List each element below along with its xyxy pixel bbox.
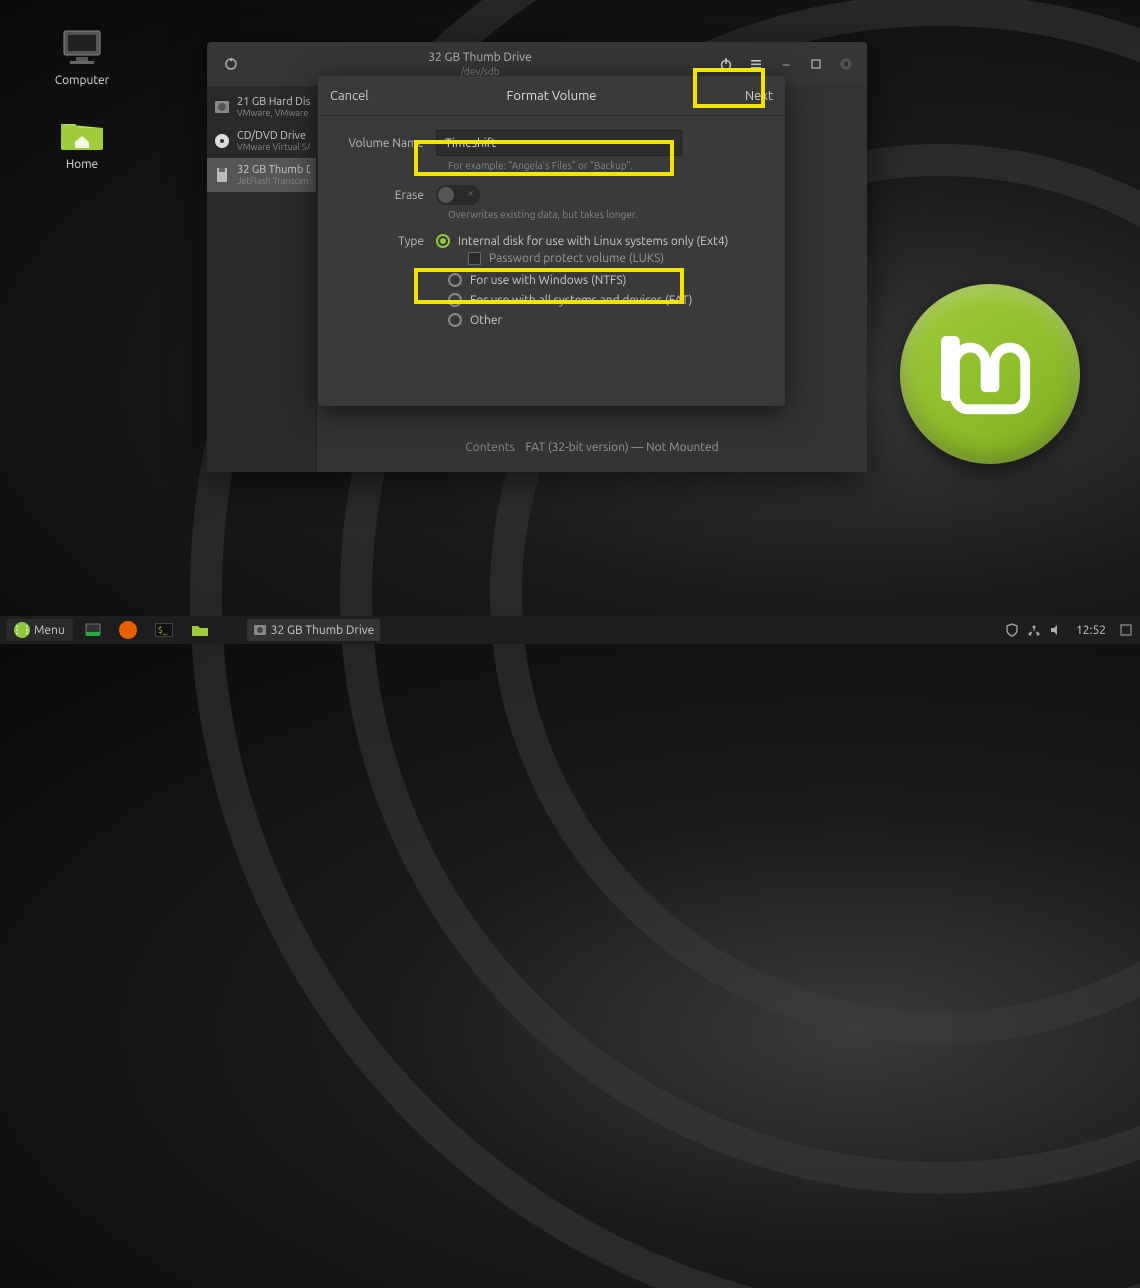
firefox-launcher[interactable] [113, 619, 143, 641]
option-ext4: Internal disk for use with Linux systems… [458, 235, 728, 248]
disk-sidebar: 21 GB Hard DisVMware, VMware CD/DVD Driv… [207, 86, 317, 472]
desktop-icon-computer[interactable]: Computer [42, 28, 122, 87]
terminal-launcher[interactable]: $_ [149, 619, 179, 641]
option-ntfs: For use with Windows (NTFS) [470, 274, 626, 287]
volume-name-input[interactable] [436, 130, 682, 156]
usb-icon [213, 166, 231, 184]
erase-toggle[interactable]: × [436, 185, 480, 205]
close-icon[interactable] [833, 51, 859, 77]
app-menu-icon[interactable] [218, 51, 244, 77]
contents-label: Contents [465, 441, 514, 454]
desktop-icon-home[interactable]: Home [42, 112, 122, 171]
desktop-icon-label: Home [66, 158, 98, 171]
disk-item-hdd[interactable]: 21 GB Hard DisVMware, VMware [207, 90, 316, 124]
disk-item-thumb[interactable]: 32 GB Thumb DJetFlash Transcen [207, 158, 316, 192]
tray-network-icon[interactable] [1026, 622, 1042, 638]
maximize-icon[interactable] [803, 51, 829, 77]
volume-name-hint: For example: "Angela's Files" or "Backup… [448, 160, 765, 171]
disks-icon [253, 623, 267, 637]
mint-menu-icon: ⋮⋮ [14, 622, 30, 638]
minimize-icon[interactable]: – [773, 51, 799, 77]
firefox-icon [119, 621, 137, 639]
radio-ext4[interactable] [436, 234, 450, 248]
files-launcher[interactable] [185, 619, 215, 641]
dialog-title: Format Volume [410, 89, 693, 103]
erase-label: Erase [338, 189, 436, 202]
menu-button[interactable]: ⋮⋮ Menu [6, 619, 73, 641]
type-label: Type [338, 235, 436, 248]
computer-icon [58, 28, 106, 70]
show-desktop-button[interactable] [79, 619, 107, 641]
option-luks: Password protect volume (LUKS) [489, 252, 664, 265]
folder-home-icon [58, 112, 106, 154]
radio-other[interactable] [448, 313, 462, 327]
mint-logo-wallpaper [900, 284, 1080, 464]
format-volume-dialog: Cancel Format Volume Next Volume Name Fo… [318, 76, 785, 406]
next-button[interactable]: Next [693, 89, 773, 103]
desktop-icon-label: Computer [55, 74, 109, 87]
terminal-icon: $_ [155, 623, 173, 637]
hdd-icon [213, 98, 231, 116]
taskbar-entry-disks[interactable]: 32 GB Thumb Drive [247, 619, 380, 641]
window-title: 32 GB Thumb Drive [247, 50, 713, 66]
erase-hint: Overwrites existing data, but takes long… [448, 209, 765, 220]
option-other: Other [470, 314, 502, 327]
tray-session-icon[interactable] [1118, 622, 1134, 638]
option-fat: For use with all systems and devices (FA… [470, 294, 692, 307]
taskbar: ⋮⋮ Menu $_ 32 GB Thumb Drive 12:52 [0, 616, 1140, 644]
checkbox-luks[interactable] [468, 252, 481, 265]
volume-name-label: Volume Name [338, 137, 436, 150]
disc-icon [213, 132, 231, 150]
contents-value: FAT (32-bit version) — Not Mounted [525, 441, 718, 454]
cancel-button[interactable]: Cancel [330, 89, 410, 103]
folder-icon [191, 623, 209, 637]
radio-ntfs[interactable] [448, 273, 462, 287]
power-icon[interactable] [713, 51, 739, 77]
desktop-icon [85, 623, 101, 637]
clock[interactable]: 12:52 [1070, 619, 1112, 641]
hamburger-icon[interactable] [743, 51, 769, 77]
radio-fat[interactable] [448, 293, 462, 307]
tray-shield-icon[interactable] [1004, 622, 1020, 638]
disk-item-cdrom[interactable]: CD/DVD DriveVMware Virtual SA [207, 124, 316, 158]
tray-volume-icon[interactable] [1048, 622, 1064, 638]
